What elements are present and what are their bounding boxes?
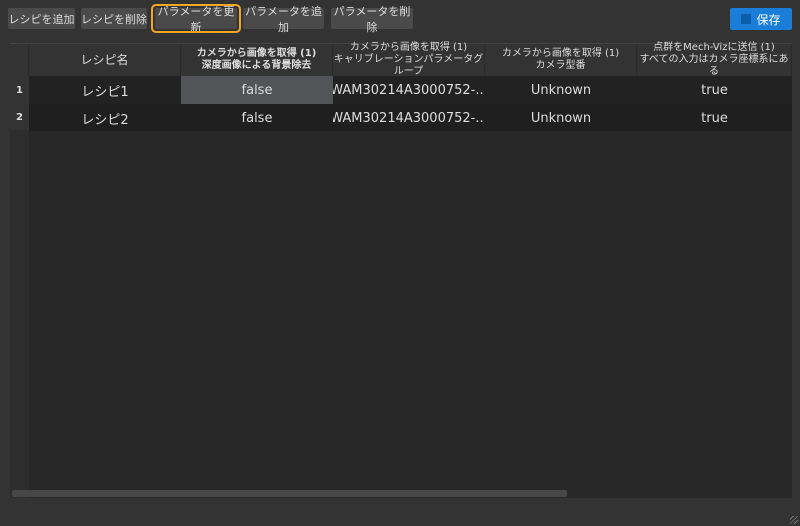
recipe-name-cell[interactable]: レシピ2 — [29, 104, 181, 132]
save-button[interactable]: 保存 — [730, 8, 792, 30]
header-line2: 深度画像による背景除去 — [201, 60, 312, 71]
camera-model-cell[interactable]: Unknown — [485, 104, 637, 132]
add-recipe-button[interactable]: レシピを追加 — [8, 8, 75, 29]
header-line1: カメラから画像を取得 (1) — [196, 48, 317, 59]
header-line1: カメラから画像を取得 (1) — [501, 48, 620, 59]
header-line2: すべての入力はカメラ座標系にある — [639, 54, 789, 77]
calibration-group-cell[interactable]: WAM30214A3000752-... — [333, 104, 485, 132]
calibration-group-cell[interactable]: WAM30214A3000752-... — [333, 76, 485, 104]
bg-removal-cell[interactable]: false — [181, 76, 333, 104]
column-header-camera-coords[interactable]: 点群をMech-Vizに送信 (1) すべての入力はカメラ座標系にある — [637, 42, 792, 77]
camera-coords-cell[interactable]: true — [637, 76, 792, 104]
header-line2: カメラ型番 — [535, 60, 586, 71]
recipe-table: レシピ名 カメラから画像を取得 (1) 深度画像による背景除去 カメラから画像を取… — [10, 42, 792, 498]
update-parameters-button[interactable]: パラメータを更新 — [151, 4, 241, 34]
row-header-area — [10, 130, 29, 498]
column-header-camera-model[interactable]: カメラから画像を取得 (1) カメラ型番 — [485, 44, 637, 76]
header-line2: キャリブレーションパラメータグループ — [333, 54, 484, 77]
camera-coords-cell[interactable]: true — [637, 104, 792, 132]
resize-grip-icon[interactable] — [790, 516, 798, 524]
add-parameter-button[interactable]: パラメータを追加 — [243, 6, 324, 34]
column-header-bg-removal[interactable]: カメラから画像を取得 (1) 深度画像による背景除去 — [181, 44, 333, 76]
save-label: 保存 — [756, 12, 781, 27]
column-header-recipe-name[interactable]: レシピ名 — [29, 44, 181, 76]
delete-recipe-button[interactable]: レシピを削除 — [81, 8, 147, 29]
save-icon — [741, 14, 752, 24]
recipe-name-cell[interactable]: レシピ1 — [29, 76, 181, 104]
table-row[interactable]: レシピ2 false WAM30214A3000752-... Unknown … — [29, 104, 792, 131]
camera-model-cell[interactable]: Unknown — [485, 76, 637, 104]
delete-parameter-button[interactable]: パラメータを削除 — [331, 6, 413, 34]
row-number[interactable]: 1 — [10, 76, 29, 104]
row-number[interactable]: 2 — [10, 104, 29, 131]
column-header-calibration-group[interactable]: カメラから画像を取得 (1) キャリブレーションパラメータグループ — [333, 42, 485, 77]
bg-removal-cell[interactable]: false — [181, 104, 333, 132]
horizontal-scrollbar[interactable] — [12, 490, 567, 497]
header-line1: 点群をMech-Vizに送信 (1) — [653, 42, 775, 53]
header-text: レシピ名 — [80, 53, 129, 67]
corner-header[interactable] — [10, 44, 29, 76]
header-line1: カメラから画像を取得 (1) — [349, 42, 468, 53]
table-row[interactable]: レシピ1 false WAM30214A3000752-... Unknown … — [29, 76, 792, 104]
